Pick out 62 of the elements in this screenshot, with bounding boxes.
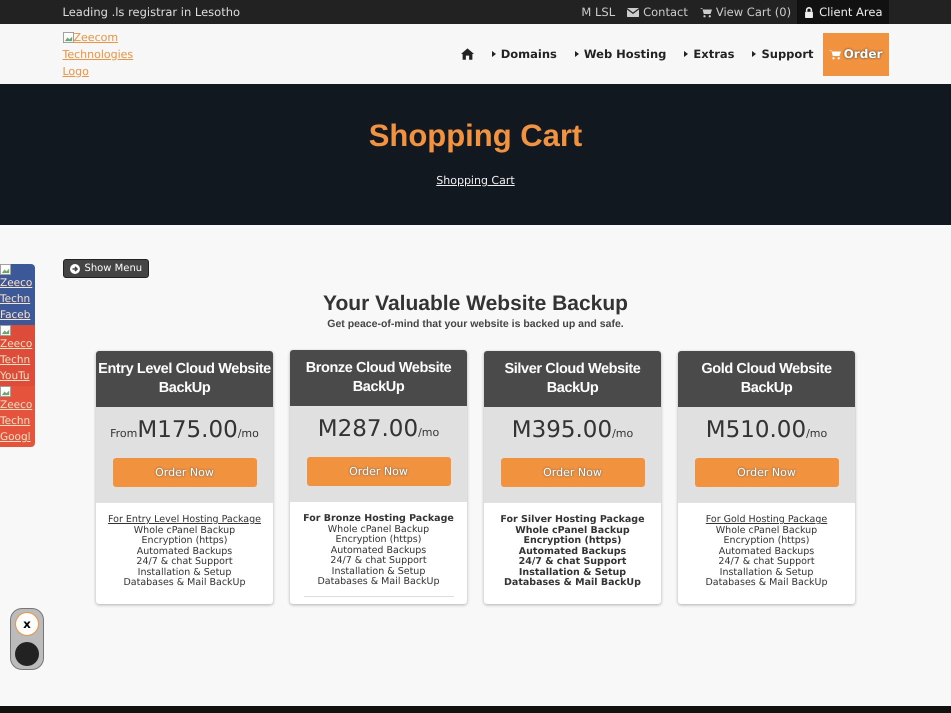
breadcrumb-link[interactable]: Shopping Cart <box>436 174 515 187</box>
top-link[interactable]: View Cart (0) <box>694 0 798 24</box>
feature-item: Installation & Setup <box>518 568 626 578</box>
nav-menu-item[interactable]: Extras <box>675 47 744 61</box>
feature-item: Whole cPanel Backup <box>134 526 236 536</box>
feature-item: Automated Backups <box>718 546 814 556</box>
feature-item: Whole cPanel Backup <box>515 526 630 536</box>
plan-price: M510.00/mo <box>704 416 828 445</box>
feature-item: Databases & Mail BackUp <box>504 578 641 588</box>
plan-title: Gold Cloud Website BackUp <box>678 351 855 407</box>
feature-item: Databases & Mail BackUp <box>123 578 246 588</box>
broken-image-icon <box>0 325 11 336</box>
feature-item: Whole cPanel Backup <box>328 524 430 534</box>
feature-item: Whole cPanel Backup <box>716 526 818 536</box>
feature-item: Installation & Setup <box>138 568 232 578</box>
feature-item: Installation & Setup <box>332 566 426 576</box>
top-link[interactable]: Client Area <box>797 0 888 24</box>
feature-item: Encryption (https) <box>336 535 422 546</box>
feature-item: Automated Backups <box>518 546 626 556</box>
envelope-icon <box>627 6 640 18</box>
feature-item: Encryption (https) <box>142 536 228 546</box>
feature-item: 24/7 & chat Support <box>136 557 233 568</box>
package-link[interactable]: For Entry Level Hosting Package <box>108 515 261 526</box>
package-heading: For Bronze Hosting Package <box>303 514 454 524</box>
feature-item: 24/7 & chat Support <box>330 556 427 566</box>
plan-title: Bronze Cloud Website BackUp <box>290 350 467 406</box>
home-icon <box>460 48 474 60</box>
arrow-circle-icon <box>70 264 80 274</box>
nav-menu-item[interactable]: Domains <box>482 47 566 61</box>
top-link[interactable]: Contact <box>621 0 694 24</box>
package-heading: For Silver Hosting Package <box>500 515 645 526</box>
feature-item: Automated Backups <box>136 546 232 556</box>
feature-item: Databases & Mail BackUp <box>705 578 828 588</box>
nav-menu-item[interactable]: Web Hosting <box>566 47 676 61</box>
feature-item: Databases & Mail BackUp <box>317 577 440 588</box>
tagline: Leading .ls registrar in Lesotho <box>62 5 240 19</box>
broken-image-icon <box>62 32 74 43</box>
close-button[interactable]: x <box>15 612 39 636</box>
plan-title: Silver Cloud Website BackUp <box>484 351 661 407</box>
social-link[interactable]: Zeeco Techn Faceb <box>0 264 35 325</box>
currency-link[interactable]: M LSL <box>575 0 622 24</box>
broken-image-icon <box>0 386 11 397</box>
plan-price: M395.00/mo <box>510 416 634 445</box>
feature-item: Automated Backups <box>330 546 426 556</box>
feature-item: Encryption (https) <box>724 536 810 546</box>
lock-icon <box>803 6 816 18</box>
show-menu-button[interactable]: Show Menu <box>62 259 150 278</box>
plan-title: Entry Level Cloud Website BackUp <box>96 351 273 407</box>
cart-icon <box>828 48 841 60</box>
section-subtitle: Get peace-of-mind that your website is backed up and safe. <box>326 318 625 330</box>
page-title: Shopping Cart <box>368 118 582 154</box>
plan-price: M287.00/mo <box>316 415 440 444</box>
package-link[interactable]: For Gold Hosting Package <box>706 515 828 526</box>
feature-item: Installation & Setup <box>720 568 814 578</box>
feature-item: Encryption (https) <box>524 536 622 546</box>
cart-icon <box>700 6 712 18</box>
feature-item: 24/7 & chat Support <box>718 557 815 568</box>
section-title: Your Valuable Website Backup <box>322 292 629 316</box>
plan-price: From M175.00/mo <box>109 416 260 445</box>
dark-circle-icon <box>15 642 39 666</box>
feature-item: 24/7 & chat Support <box>518 557 626 568</box>
nav-menu-item[interactable]: Support <box>743 47 822 61</box>
